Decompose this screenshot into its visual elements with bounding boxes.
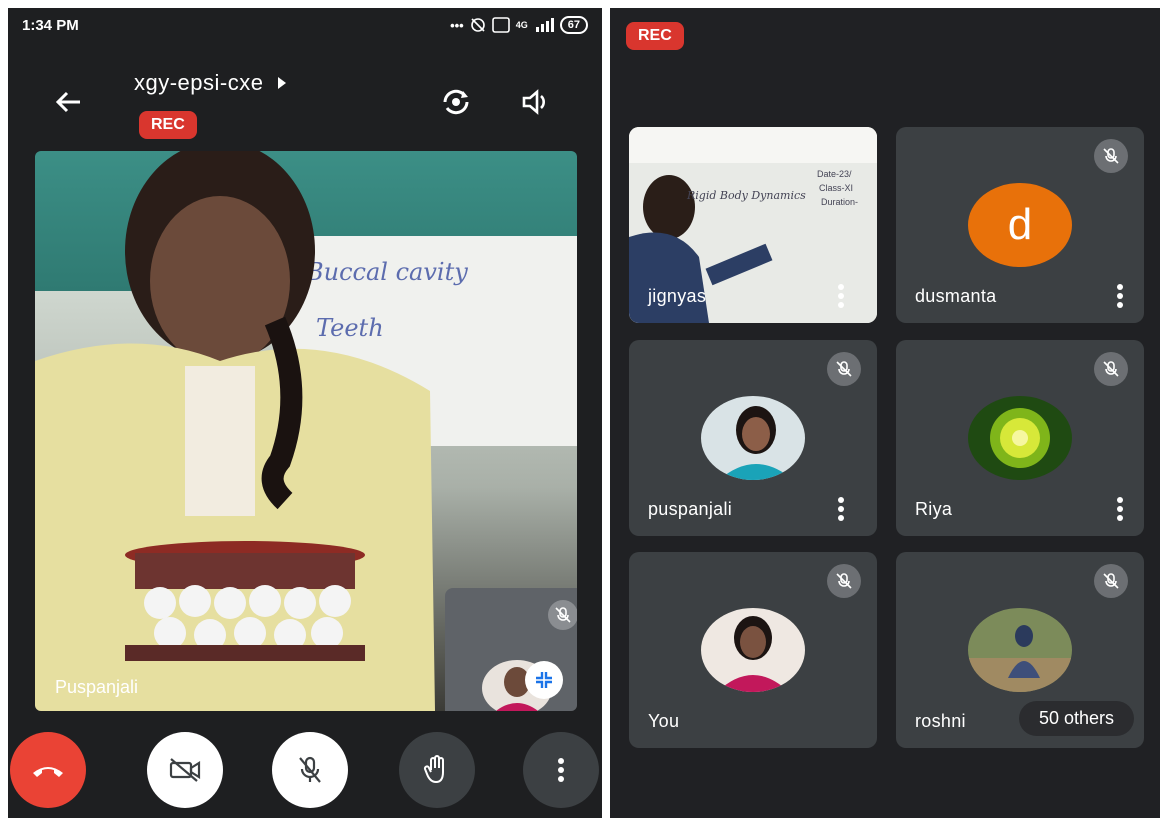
more-vert-icon[interactable] [837,496,845,522]
participant-name: Riya [915,499,953,519]
participant-tile-roshni[interactable]: roshni 50 others [896,552,1144,748]
minimize-icon [536,672,552,688]
mic-off-icon [299,756,321,783]
mic-off-icon [827,352,861,386]
board-duration: Duration- [821,197,859,207]
more-vert-icon[interactable] [837,283,845,309]
mic-toggle-button[interactable] [272,732,348,808]
minimize-view-button[interactable] [525,661,563,699]
mic-off-icon [827,564,861,598]
recording-badge: REC [139,111,197,139]
participant-grid-screen: REC Rigid Body Dynamics Date-23/ Class-X… [610,8,1160,818]
main-speaker-name: Puspanjali [55,677,139,697]
participant-avatar [701,396,805,480]
board-date: Date-23/ [817,169,852,179]
speaker-icon[interactable] [516,84,552,120]
main-video-feed[interactable]: Buccal cavity Teeth Puspanjali [35,151,577,711]
status-bar: 1:34 PM ••• 4G 67 [8,8,602,44]
more-dots-icon: ••• [450,17,464,33]
participant-avatar [701,608,805,692]
participant-tile-you[interactable]: You [629,552,877,748]
meeting-title[interactable]: xgy-epsi-cxe [134,70,287,96]
participant-name: dusmanta [915,286,997,306]
mic-off-icon [1094,564,1128,598]
status-time: 1:34 PM [22,17,79,34]
more-vert-icon[interactable] [1116,496,1124,522]
participant-avatar [968,608,1072,692]
phone-hangup-icon [33,767,63,777]
meeting-code: xgy-epsi-cxe [134,70,264,95]
signal-icon [535,18,554,32]
participant-tile-puspanjali[interactable]: puspanjali [629,340,877,536]
mic-off-icon [1094,139,1128,173]
participant-tile-riya[interactable]: Riya [896,340,1144,536]
battery-indicator: 67 [559,16,588,34]
board-class: Class-XI [819,183,854,193]
caret-right-icon [278,77,287,89]
end-call-button[interactable] [10,732,86,808]
participant-name: You [648,711,680,731]
board-title: Rigid Body Dynamics [687,189,806,202]
participant-name: jignyas [648,286,707,306]
participant-avatar [968,396,1072,480]
call-screen: 1:34 PM ••• 4G 67 xgy-epsi-cxe REC Bucca… [8,8,602,818]
letter-avatar: d [968,183,1072,267]
camera-toggle-button[interactable] [147,732,223,808]
teeth-model [125,541,365,661]
recording-badge: REC [626,22,684,50]
raise-hand-button[interactable] [399,732,475,808]
participant-tile-jignyas[interactable]: Rigid Body Dynamics Date-23/ Class-XI Du… [629,127,877,323]
network-label: 4G [515,20,528,30]
volte-icon [491,17,510,33]
back-arrow-icon[interactable] [50,84,86,120]
participant-tile-dusmanta[interactable]: d dusmanta [896,127,1144,323]
alarm-off-icon [470,18,485,32]
more-vert-icon [558,758,564,782]
switch-camera-icon[interactable] [438,84,474,120]
more-options-button[interactable] [523,732,599,808]
participant-name: roshni [915,711,966,731]
hand-icon [423,755,444,784]
status-icons: ••• 4G 67 [450,16,588,34]
mic-off-icon [548,600,577,630]
mic-off-icon [1094,352,1128,386]
participant-name: puspanjali [648,499,733,519]
others-count-button[interactable]: 50 others [1018,701,1134,736]
more-vert-icon[interactable] [1116,283,1124,309]
video-off-icon [169,758,201,782]
